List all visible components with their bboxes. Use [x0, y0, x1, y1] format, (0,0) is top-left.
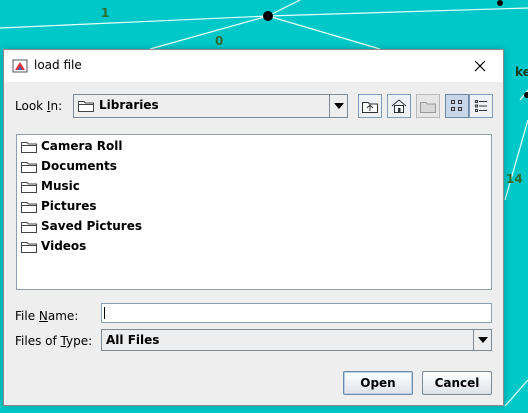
file-list-item[interactable]: Music [21, 177, 80, 195]
new-folder-icon [420, 101, 436, 113]
text-caret [104, 307, 105, 319]
look-in-combo[interactable]: Libraries [73, 94, 348, 118]
file-list-item-label: Documents [41, 159, 117, 173]
files-of-type-value: All Files [106, 333, 160, 347]
files-of-type-label: Files of Type: [15, 334, 93, 348]
java-app-icon [12, 59, 28, 73]
graph-edge-label: 14 [506, 172, 523, 186]
home-icon [391, 99, 407, 113]
home-button[interactable] [387, 94, 411, 118]
look-in-dropdown-button[interactable] [329, 95, 347, 117]
graph-node [497, 0, 503, 6]
open-button[interactable]: Open [343, 371, 413, 395]
folder-icon [21, 181, 37, 193]
up-one-level-button[interactable] [358, 94, 382, 118]
file-list-item-label: Pictures [41, 199, 97, 213]
folder-icon [21, 241, 37, 253]
files-of-type-combo[interactable]: All Files [101, 329, 492, 351]
new-folder-button[interactable] [416, 94, 440, 118]
file-name-label: File Name: [15, 309, 79, 323]
details-view-button[interactable] [469, 94, 493, 118]
cancel-button[interactable]: Cancel [422, 371, 492, 395]
file-list-item[interactable]: Videos [21, 237, 86, 255]
look-in-label: Look In: [15, 99, 63, 113]
file-name-input[interactable] [101, 303, 492, 323]
chevron-down-icon [333, 103, 344, 109]
file-list-item[interactable]: Saved Pictures [21, 217, 142, 235]
file-list-item[interactable]: Camera Roll [21, 137, 122, 155]
close-button[interactable] [457, 50, 503, 82]
dialog-content: Look In: Libraries Camera Roll Documents… [4, 82, 503, 405]
file-list-item[interactable]: Pictures [21, 197, 97, 215]
graph-node [263, 11, 273, 21]
folder-icon [21, 201, 37, 213]
graph-node [524, 92, 528, 98]
graph-edge-label: 0 [215, 34, 224, 48]
file-list-item-label: Saved Pictures [41, 219, 142, 233]
file-list-item-label: Videos [41, 239, 87, 253]
graph-node-label: ke [515, 65, 528, 79]
folder-icon [21, 161, 37, 173]
list-view-icon [451, 100, 462, 111]
files-of-type-dropdown-button[interactable] [473, 330, 491, 350]
load-file-dialog: load file Look In: Libraries Camera Roll… [3, 49, 504, 406]
folder-icon [21, 141, 37, 153]
look-in-value: Libraries [99, 98, 159, 112]
file-list[interactable]: Camera Roll Documents Music Pictures Saved P… [16, 134, 492, 290]
folder-icon [78, 100, 94, 112]
file-list-item-label: Camera Roll [41, 139, 123, 153]
folder-icon [21, 221, 37, 233]
list-view-button[interactable] [445, 94, 469, 118]
file-list-item[interactable]: Documents [21, 157, 117, 175]
dialog-title: load file [34, 58, 82, 72]
file-list-item-label: Music [41, 179, 80, 193]
graph-edge-label: 1 [101, 6, 110, 20]
up-folder-icon [362, 102, 378, 113]
details-view-icon [475, 100, 487, 112]
title-bar[interactable]: load file [4, 50, 503, 82]
close-icon [474, 60, 486, 72]
chevron-down-icon [477, 337, 488, 343]
